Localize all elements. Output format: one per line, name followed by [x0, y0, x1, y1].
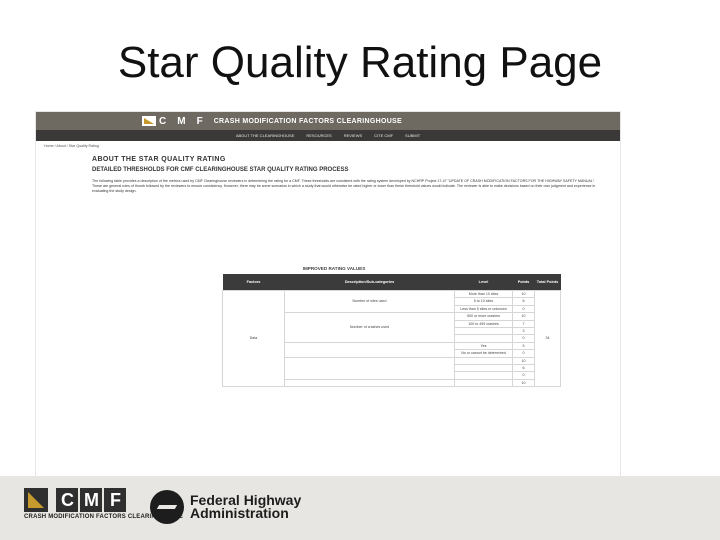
- level-cell: 100 to 499 crashes: [454, 319, 513, 329]
- level-cell: [454, 327, 513, 336]
- level-cell: Yes: [454, 341, 513, 351]
- factor-cell: Data: [222, 289, 285, 388]
- footer-letter-m: M: [80, 488, 103, 512]
- main-content: ABOUT THE STAR QUALITY RATING DETAILED T…: [92, 156, 602, 194]
- fhwa-road-icon: [150, 490, 184, 524]
- section-heading: DETAILED THRESHOLDS FOR CMF CLEARINGHOUS…: [92, 167, 349, 173]
- page-heading: ABOUT THE STAR QUALITY RATING: [92, 156, 226, 163]
- nav-item-cite[interactable]: CITE CMF: [374, 133, 393, 138]
- logo-letter-f: F: [196, 115, 206, 127]
- col-header-description: Description/Sub-categories: [284, 274, 455, 291]
- site-logo[interactable]: C M F CRASH MODIFICATION FACTORS CLEARIN…: [142, 116, 402, 127]
- nav-item-about[interactable]: ABOUT THE CLEARINGHOUSE: [236, 133, 295, 138]
- points-cell: 0: [512, 334, 535, 343]
- main-nav: ABOUT THE CLEARINGHOUSE RESOURCES REVIEW…: [36, 130, 620, 141]
- level-cell: Less than 5 sites or unknown: [454, 304, 513, 314]
- fhwa-logo: Federal Highway Administration: [150, 490, 301, 524]
- description-cell: [284, 356, 455, 380]
- col-header-factors: Factors: [222, 274, 285, 291]
- total-points-cell: 34: [534, 289, 561, 388]
- table-header-row: Factors Description/Sub-categories Level…: [222, 274, 561, 291]
- table-row: Data Number of sites used More than 10 s…: [222, 289, 561, 388]
- site-header: C M F CRASH MODIFICATION FACTORS CLEARIN…: [36, 112, 620, 130]
- points-cell: 3: [512, 327, 535, 336]
- site-title: CRASH MODIFICATION FACTORS CLEARINGHOUSE: [213, 117, 402, 125]
- points-cell: 10: [512, 289, 535, 299]
- level-cell: [454, 371, 513, 380]
- points-cell: 6: [512, 297, 535, 306]
- nav-item-reviews[interactable]: REVIEWS: [344, 133, 362, 138]
- level-cell: 500 or more crashes: [454, 312, 513, 321]
- level-cell: 5 to 10 sites: [454, 297, 513, 306]
- cmf-emblem-icon: [24, 488, 48, 512]
- webpage-screenshot: C M F CRASH MODIFICATION FACTORS CLEARIN…: [36, 112, 620, 512]
- nav-item-resources[interactable]: RESOURCES: [306, 133, 331, 138]
- points-cell: 0: [512, 349, 535, 358]
- fhwa-text: Federal Highway Administration: [190, 493, 301, 521]
- points-cell: 10: [512, 312, 535, 321]
- points-cell: 0: [512, 371, 535, 380]
- col-header-points: Points: [512, 274, 535, 291]
- col-header-total: Total Points: [534, 274, 561, 291]
- description-cell: [284, 341, 455, 358]
- points-cell: 5: [512, 341, 535, 351]
- logo-letter-c: C: [159, 115, 170, 127]
- level-cell: No or cannot be determined: [454, 349, 513, 358]
- description-cell: Number of sites used: [284, 289, 455, 314]
- description-cell: Number of crashes used: [284, 312, 455, 343]
- footer-letter-f: F: [104, 488, 127, 512]
- cmf-emblem-icon: [142, 116, 156, 126]
- fhwa-line-2: Administration: [190, 505, 289, 521]
- level-cell: [454, 334, 513, 343]
- rating-table: Factors Description/Sub-categories Level…: [222, 274, 561, 388]
- table-caption: IMPROVED RATING VALUES: [302, 266, 366, 271]
- points-cell: 6: [512, 364, 535, 373]
- level-cell: More than 10 sites: [454, 289, 513, 299]
- level-cell: [454, 356, 513, 366]
- breadcrumb[interactable]: Home / About / Star Quality Rating: [44, 144, 99, 148]
- footer-logo-letters: CMF: [56, 488, 128, 512]
- intro-paragraph: The following table provides a descripti…: [92, 179, 602, 194]
- slide-title: Star Quality Rating Page: [117, 38, 603, 87]
- points-cell: 10: [512, 356, 535, 366]
- col-header-level: Level: [454, 274, 513, 291]
- description-cell: [284, 378, 455, 388]
- points-cell: 10: [512, 378, 535, 388]
- level-cell: [454, 364, 513, 373]
- footer-letter-c: C: [56, 488, 79, 512]
- logo-letter-m: M: [177, 115, 189, 127]
- points-cell: 0: [512, 304, 535, 314]
- points-cell: 7: [512, 319, 535, 329]
- nav-item-submit[interactable]: SUBMIT: [405, 133, 420, 138]
- level-cell: [454, 378, 513, 388]
